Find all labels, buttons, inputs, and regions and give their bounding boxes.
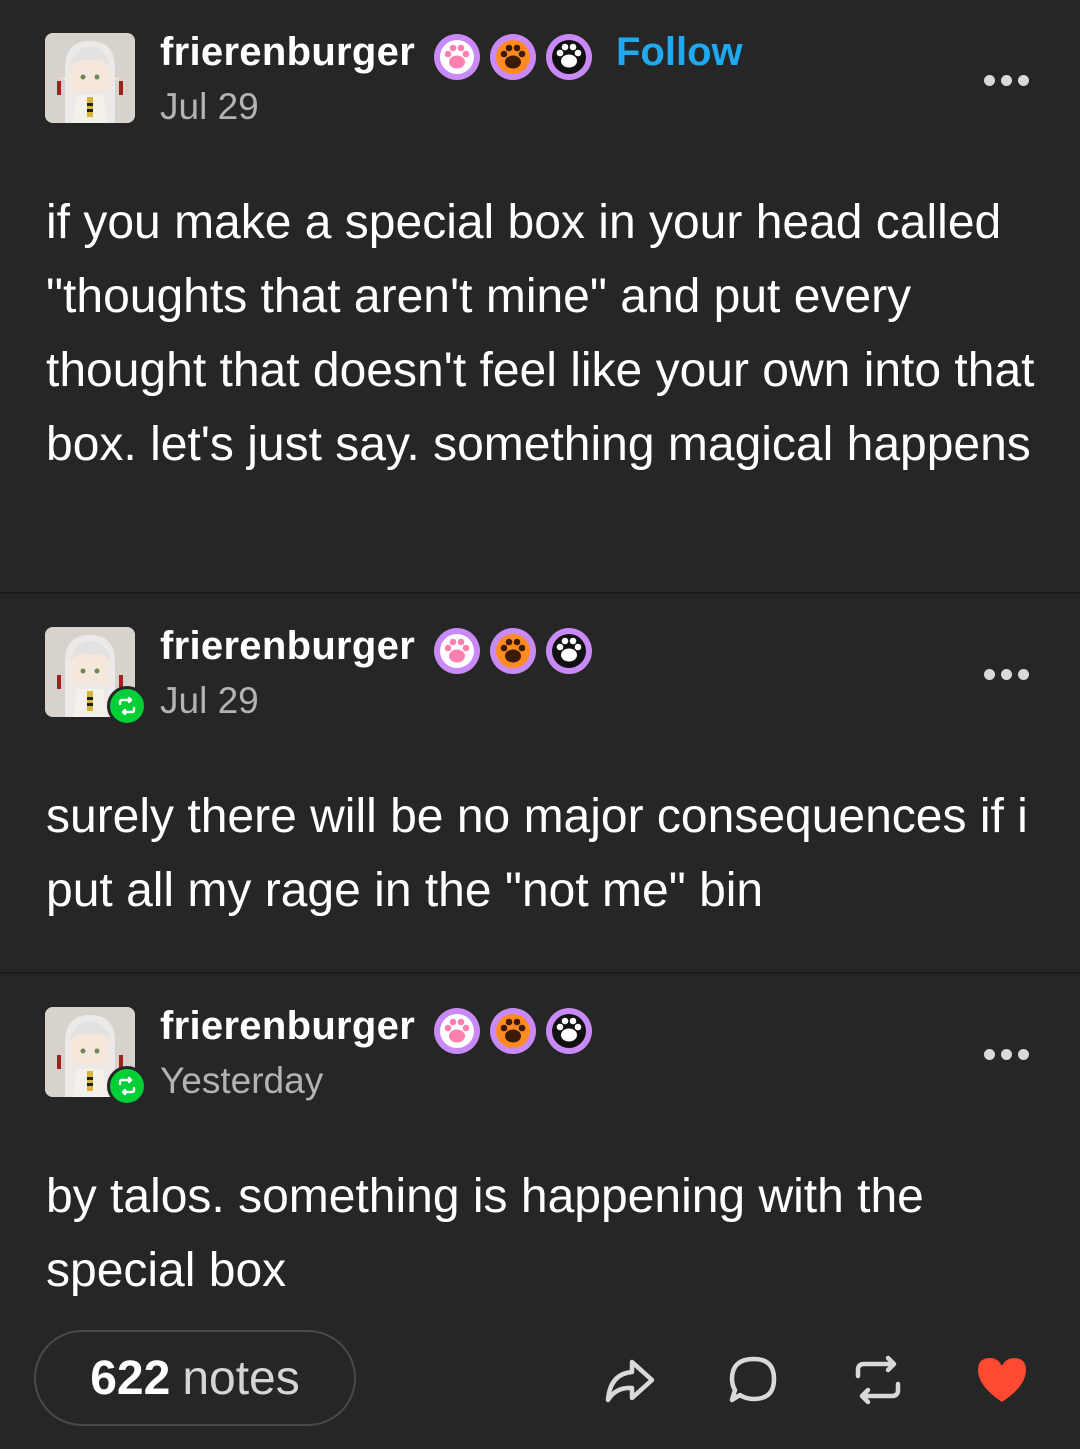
paw-pink-icon[interactable] bbox=[434, 1008, 480, 1054]
post-footer: 622 notes bbox=[0, 1318, 1080, 1449]
notes-label: notes bbox=[182, 1351, 300, 1405]
paw-pink-icon[interactable] bbox=[434, 34, 480, 80]
paw-orange-icon[interactable] bbox=[490, 628, 536, 674]
badges bbox=[434, 1008, 592, 1054]
reblog-badge-icon bbox=[107, 686, 147, 726]
username[interactable]: frierenburger bbox=[160, 624, 415, 669]
paw-black-icon[interactable] bbox=[546, 1008, 592, 1054]
reblog-icon[interactable] bbox=[850, 1352, 906, 1408]
notes-button[interactable]: 622 notes bbox=[34, 1330, 356, 1426]
paw-pink-icon[interactable] bbox=[434, 628, 480, 674]
post-body: by talos. something is happening with th… bbox=[46, 1170, 938, 1297]
post-1: frierenburger Follow Jul 29 if you make … bbox=[0, 0, 1080, 594]
username[interactable]: frierenburger bbox=[160, 1004, 415, 1049]
follow-button[interactable]: Follow bbox=[616, 30, 743, 75]
post-3: frierenburger Yesterday by talos. someth… bbox=[0, 974, 1080, 1314]
badges bbox=[434, 34, 592, 80]
post-date[interactable]: Jul 29 bbox=[160, 680, 259, 722]
post-body: surely there will be no major consequenc… bbox=[46, 790, 1042, 917]
avatar[interactable] bbox=[45, 33, 135, 123]
post-body: if you make a special box in your head c… bbox=[46, 196, 1048, 471]
post-date[interactable]: Jul 29 bbox=[160, 86, 259, 128]
more-options-icon[interactable] bbox=[984, 664, 1038, 684]
paw-black-icon[interactable] bbox=[546, 34, 592, 80]
more-options-icon[interactable] bbox=[984, 1044, 1038, 1064]
post-date[interactable]: Yesterday bbox=[160, 1060, 323, 1102]
notes-count: 622 bbox=[90, 1351, 171, 1405]
share-icon[interactable] bbox=[602, 1352, 658, 1408]
badges bbox=[434, 628, 592, 674]
paw-orange-icon[interactable] bbox=[490, 34, 536, 80]
post-2: frierenburger Jul 29 surely there will b… bbox=[0, 594, 1080, 974]
reblog-badge-icon bbox=[107, 1066, 147, 1106]
paw-orange-icon[interactable] bbox=[490, 1008, 536, 1054]
reply-icon[interactable] bbox=[726, 1352, 782, 1408]
more-options-icon[interactable] bbox=[984, 70, 1038, 90]
paw-black-icon[interactable] bbox=[546, 628, 592, 674]
like-heart-icon[interactable] bbox=[974, 1352, 1030, 1408]
username[interactable]: frierenburger bbox=[160, 30, 415, 75]
